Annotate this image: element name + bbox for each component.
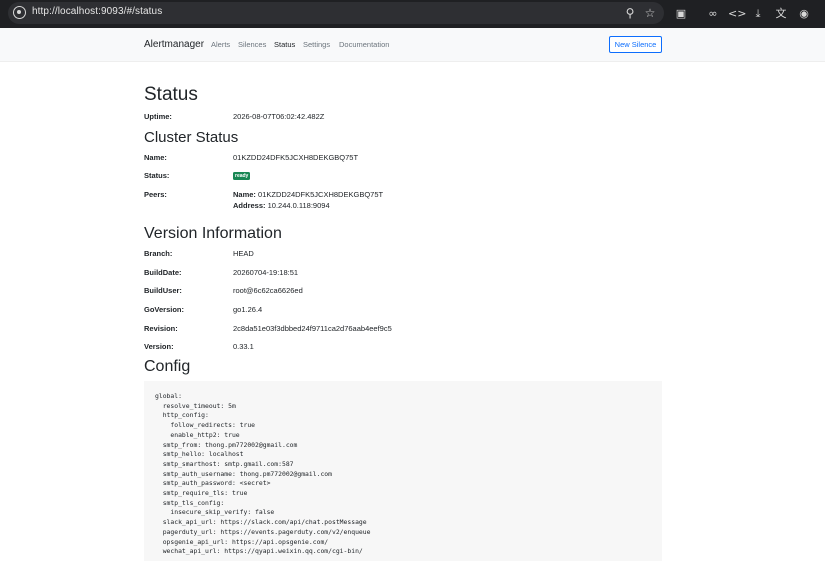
version-label: Version: — [144, 342, 174, 351]
version-value: 0.33.1 — [233, 342, 254, 351]
code-icon[interactable]: <> — [728, 6, 746, 22]
extensions-icon[interactable]: ▣ — [673, 6, 689, 22]
revision-value: 2c8da51e03f3dbbed24f9711ca2d76aab4eef9c5 — [233, 324, 392, 333]
nav-documentation[interactable]: Documentation — [339, 40, 389, 49]
uptime-label: Uptime: — [144, 112, 172, 121]
branch-label: Branch: — [144, 249, 173, 258]
config-yaml: global: resolve_timeout: 5m http_config:… — [155, 392, 371, 556]
config-block: global: resolve_timeout: 5m http_config:… — [144, 381, 662, 561]
star-icon[interactable]: ☆ — [642, 5, 658, 21]
peer-address: Address: 10.244.0.118:9094 — [233, 201, 330, 210]
browser-toolbar: http://localhost:9093/#/status ⚲ ☆ ▣ ∞ <… — [0, 0, 825, 28]
download-icon[interactable]: ⤓ — [750, 6, 766, 22]
builduser-value: root@6c62ca6626ed — [233, 286, 303, 295]
version-info-title: Version Information — [144, 225, 282, 242]
status-title: Status — [144, 84, 198, 105]
peer-name: Name: 01KZDD24DFK5JCXH8DEKGBQ75T — [233, 190, 383, 199]
cluster-status-label: Status: — [144, 171, 170, 180]
peer-name-label: Name: — [233, 190, 256, 199]
new-silence-button[interactable]: New Silence — [609, 36, 662, 53]
peers-label: Peers: — [144, 190, 167, 199]
goversion-value: go1.26.4 — [233, 305, 263, 314]
app-navbar: Alertmanager Alerts Silences Status Sett… — [0, 28, 825, 62]
cluster-name-label: Name: — [144, 153, 167, 162]
status-badge: ready — [233, 172, 251, 180]
account-icon[interactable]: ◉ — [796, 6, 812, 22]
translate-icon[interactable]: 文 — [773, 6, 789, 22]
cluster-name-value: 01KZDD24DFK5JCXH8DEKGBQ75T — [233, 153, 359, 162]
revision-label: Revision: — [144, 324, 178, 333]
builduser-label: BuildUser: — [144, 286, 182, 295]
config-title: Config — [144, 358, 191, 375]
site-info-icon[interactable] — [13, 6, 26, 19]
nav-alerts[interactable]: Alerts — [211, 40, 230, 49]
peer-address-label: Address: — [233, 201, 266, 210]
cluster-status-title: Cluster Status — [144, 129, 239, 146]
brand-link[interactable]: Alertmanager — [144, 39, 204, 50]
peer-name-value: 01KZDD24DFK5JCXH8DEKGBQ75T — [258, 190, 384, 199]
uptime-value: 2026-08-07T06:02:42.482Z — [233, 112, 325, 121]
builddate-value: 20260704-19:18:51 — [233, 268, 299, 277]
address-bar[interactable]: http://localhost:9093/#/status ⚲ ☆ — [8, 2, 664, 24]
nav-status[interactable]: Status — [274, 40, 295, 49]
link-icon[interactable]: ∞ — [705, 6, 721, 22]
zoom-icon[interactable]: ⚲ — [622, 5, 638, 21]
goversion-label: GoVersion: — [144, 305, 185, 314]
branch-value: HEAD — [233, 249, 254, 258]
builddate-label: BuildDate: — [144, 268, 182, 277]
nav-settings[interactable]: Settings — [303, 40, 330, 49]
nav-silences[interactable]: Silences — [238, 40, 266, 49]
peer-address-value: 10.244.0.118:9094 — [267, 201, 330, 210]
url-text[interactable]: http://localhost:9093/#/status — [32, 6, 162, 17]
